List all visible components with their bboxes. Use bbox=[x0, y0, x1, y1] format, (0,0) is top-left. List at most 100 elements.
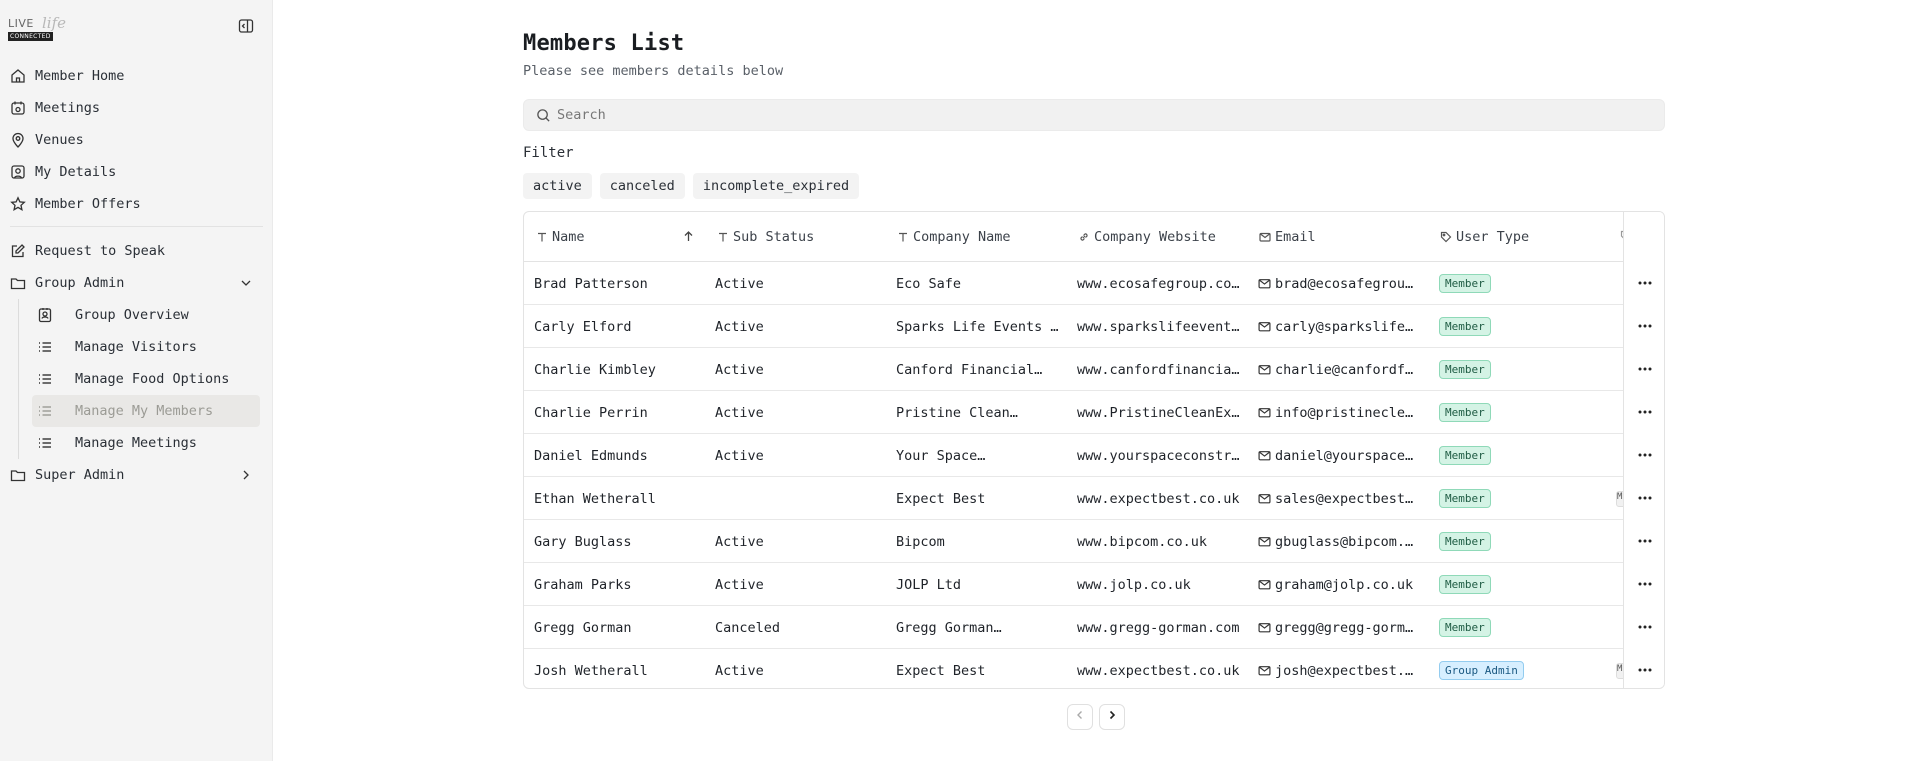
cell-email[interactable]: josh@expectbest.… bbox=[1258, 649, 1430, 688]
cell-name: Ethan Wetherall bbox=[534, 490, 656, 507]
cell-email[interactable]: charlie@canfordf… bbox=[1258, 348, 1430, 391]
cell-user-type: Member bbox=[1439, 262, 1611, 305]
row-actions-more-icon[interactable] bbox=[1636, 618, 1654, 636]
row-actions-more-icon[interactable] bbox=[1636, 446, 1654, 464]
cell-company-website[interactable]: www.ecosafegroup.co… bbox=[1077, 262, 1249, 305]
table-row[interactable]: Graham Parks Active JOLP Ltd www.jolp.co.uk… bbox=[524, 563, 1664, 606]
next-page-button[interactable] bbox=[1099, 704, 1125, 730]
table-row[interactable]: Josh Wetherall Active Expect Best www.expec… bbox=[524, 649, 1664, 688]
sidebar-item-meetings[interactable]: Meetings bbox=[0, 92, 273, 124]
cell-name: Daniel Edmunds bbox=[534, 447, 648, 464]
contact-icon bbox=[37, 307, 53, 323]
table-row[interactable]: Charlie Perrin Active Pristine Clean… www.P… bbox=[524, 391, 1664, 434]
live-life-connected-logo[interactable]: LIVE life CONNECTED bbox=[8, 14, 66, 42]
sort-ascending-icon[interactable] bbox=[682, 230, 695, 243]
sidebar-item-label: Manage Meetings bbox=[75, 435, 197, 451]
cell-sub-status: Active bbox=[715, 662, 764, 679]
row-actions-more-icon[interactable] bbox=[1636, 274, 1654, 292]
sidebar-item-manage-visitors[interactable]: Manage Visitors bbox=[32, 331, 260, 363]
cell-company-website[interactable]: www.jolp.co.uk bbox=[1077, 563, 1249, 606]
link-icon bbox=[1078, 231, 1090, 243]
sidebar-item-request-to-speak[interactable]: Request to Speak bbox=[0, 235, 273, 267]
cell-email[interactable]: gbuglass@bipcom.… bbox=[1258, 520, 1430, 563]
user-type-badge: Member bbox=[1439, 532, 1491, 551]
email-text: charlie@canfordf… bbox=[1275, 361, 1414, 378]
column-header-company-website[interactable]: Company Website bbox=[1078, 212, 1216, 262]
cell-email[interactable]: info@pristinecle… bbox=[1258, 391, 1430, 434]
cell-email[interactable]: graham@jolp.co.uk bbox=[1258, 563, 1430, 606]
email-text: sales@expectbest… bbox=[1275, 490, 1414, 507]
collapse-sidebar-icon[interactable] bbox=[238, 18, 254, 34]
sidebar-item-label: Member Offers bbox=[35, 196, 141, 212]
row-actions-more-icon[interactable] bbox=[1636, 360, 1654, 378]
column-header-sub-status[interactable]: Sub Status bbox=[717, 212, 814, 262]
row-actions-more-icon[interactable] bbox=[1636, 575, 1654, 593]
cell-company-website[interactable]: www.yourspaceconstr… bbox=[1077, 434, 1249, 477]
sidebar-item-member-offers[interactable]: Member Offers bbox=[0, 188, 273, 220]
row-actions-more-icon[interactable] bbox=[1636, 532, 1654, 550]
cell-company-website[interactable]: www.PristineCleanEx… bbox=[1077, 391, 1249, 434]
logo-word: LIVE bbox=[8, 17, 34, 30]
sidebar-item-label: Super Admin bbox=[35, 467, 125, 483]
previous-page-button[interactable] bbox=[1067, 704, 1093, 730]
cell-company-website[interactable]: www.gregg-gorman.com bbox=[1077, 606, 1249, 649]
user-type-badge: Member bbox=[1439, 274, 1491, 293]
table-row[interactable]: Gary Buglass Active Bipcom www.bipcom.co.uk… bbox=[524, 520, 1664, 563]
sidebar-item-member-home[interactable]: Member Home bbox=[0, 60, 273, 92]
sidebar-item-my-details[interactable]: My Details bbox=[0, 156, 273, 188]
column-header-name[interactable]: Name bbox=[536, 212, 585, 262]
cell-company-website[interactable]: www.expectbest.co.uk bbox=[1077, 649, 1249, 688]
user-type-badge: Member bbox=[1439, 446, 1491, 465]
cell-user-type: Member bbox=[1439, 305, 1611, 348]
mail-icon bbox=[1258, 578, 1271, 591]
cell-email[interactable]: brad@ecosafegrou… bbox=[1258, 262, 1430, 305]
table-row[interactable]: Gregg Gorman Canceled Gregg Gorman… www.gre… bbox=[524, 606, 1664, 649]
sidebar-item-label: Manage My Members bbox=[75, 403, 214, 419]
row-actions-more-icon[interactable] bbox=[1636, 403, 1654, 421]
sidebar-item-venues[interactable]: Venues bbox=[0, 124, 273, 156]
table-row[interactable]: Carly Elford Active Sparks Life Events … ww… bbox=[524, 305, 1664, 348]
table-row[interactable]: Charlie Kimbley Active Canford Financial… w… bbox=[524, 348, 1664, 391]
cell-email[interactable]: gregg@gregg-gorm… bbox=[1258, 606, 1430, 649]
chevron-down-icon[interactable] bbox=[239, 276, 253, 290]
cell-company-website[interactable]: www.bipcom.co.uk bbox=[1077, 520, 1249, 563]
filter-chip-incomplete-expired[interactable]: incomplete_expired bbox=[692, 173, 860, 199]
table-row[interactable]: Ethan Wetherall Expect Best www.expectbest… bbox=[524, 477, 1664, 520]
cell-company-website[interactable]: www.canfordfinancia… bbox=[1077, 348, 1249, 391]
mail-icon bbox=[1258, 363, 1271, 376]
filter-chip-canceled[interactable]: canceled bbox=[599, 173, 685, 199]
mail-icon bbox=[1258, 492, 1271, 505]
email-text: gbuglass@bipcom.… bbox=[1275, 533, 1414, 550]
mail-icon bbox=[1258, 320, 1271, 333]
row-actions-more-icon[interactable] bbox=[1636, 661, 1654, 679]
email-text: brad@ecosafegrou… bbox=[1275, 275, 1414, 292]
cell-user-type: Member bbox=[1439, 348, 1611, 391]
row-actions-more-icon[interactable] bbox=[1636, 489, 1654, 507]
chevron-right-icon[interactable] bbox=[239, 468, 253, 482]
cell-sub-status: Active bbox=[715, 404, 764, 421]
filter-chip-active[interactable]: active bbox=[523, 173, 592, 199]
table-row[interactable]: Daniel Edmunds Active Your Space… www.yours… bbox=[524, 434, 1664, 477]
row-actions-more-icon[interactable] bbox=[1636, 317, 1654, 335]
cell-company-name: Your Space… bbox=[896, 447, 986, 464]
sidebar-item-manage-food-options[interactable]: Manage Food Options bbox=[32, 363, 260, 395]
cell-company-website[interactable]: www.expectbest.co.uk bbox=[1077, 477, 1249, 520]
sidebar-item-group-overview[interactable]: Group Overview bbox=[32, 299, 260, 331]
sidebar-item-manage-meetings[interactable]: Manage Meetings bbox=[32, 427, 260, 459]
column-header-email[interactable]: Email bbox=[1259, 212, 1316, 262]
table-row[interactable]: Brad Patterson Active Eco Safe www.ecosafeg… bbox=[524, 262, 1664, 305]
sidebar-item-label: Manage Food Options bbox=[75, 371, 230, 387]
cell-email[interactable]: daniel@yourspace… bbox=[1258, 434, 1430, 477]
column-header-user-type[interactable]: User Type bbox=[1440, 212, 1529, 262]
sidebar-item-super-admin[interactable]: Super Admin bbox=[0, 459, 273, 491]
sidebar-item-manage-my-members[interactable]: Manage My Members bbox=[32, 395, 260, 427]
column-header-company-name[interactable]: Company Name bbox=[897, 212, 1011, 262]
cell-user-type: Member bbox=[1439, 606, 1611, 649]
user-type-badge: Member bbox=[1439, 403, 1491, 422]
cell-email[interactable]: sales@expectbest… bbox=[1258, 477, 1430, 520]
search-input[interactable] bbox=[557, 100, 1647, 130]
sidebar-item-group-admin[interactable]: Group Admin bbox=[0, 267, 273, 299]
cell-company-website[interactable]: www.sparkslifeevent… bbox=[1077, 305, 1249, 348]
sidebar-item-label: Venues bbox=[35, 132, 84, 148]
cell-email[interactable]: carly@sparkslife… bbox=[1258, 305, 1430, 348]
